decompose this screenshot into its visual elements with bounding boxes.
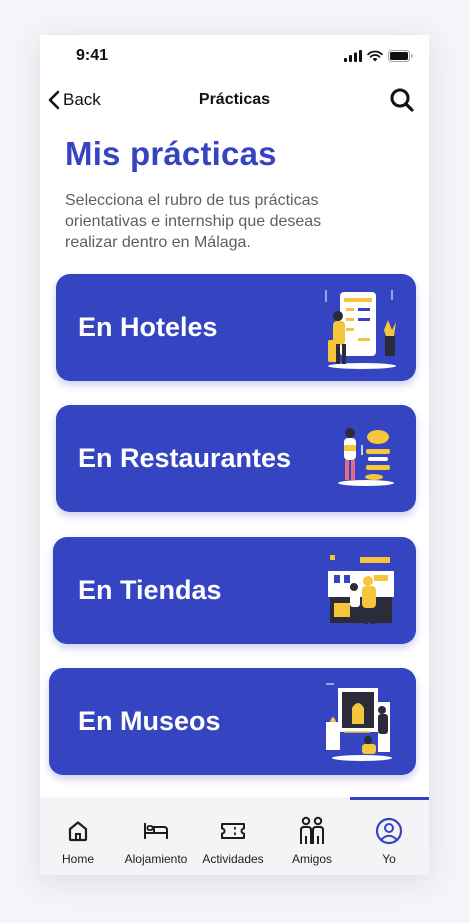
tab-label: Actividades (202, 852, 264, 866)
tab-label: Yo (382, 852, 396, 866)
page-title: Mis prácticas (65, 135, 277, 172)
card-label: En Museos (78, 706, 221, 736)
museum-illustration (326, 683, 392, 761)
wifi-icon (367, 50, 383, 62)
ticket-icon (221, 823, 245, 839)
page-subtitle: Selecciona el rubro de tus prácticas ori… (65, 192, 322, 251)
tab-yo[interactable]: Yo (344, 817, 429, 866)
tab-bar: Home Alojamiento Actividades Amigos Yo (40, 797, 429, 875)
friends-icon (300, 816, 324, 844)
tab-label: Home (61, 852, 94, 866)
restaurant-illustration (338, 428, 394, 486)
tab-label: Alojamiento (124, 852, 188, 866)
status-bar: 9:41 (40, 35, 429, 80)
tab-label: Amigos (291, 852, 332, 866)
hotel-illustration (325, 290, 396, 369)
profile-icon (375, 817, 403, 845)
tab-actividades[interactable]: Actividades (188, 817, 278, 866)
nav-title: Prácticas (198, 91, 271, 108)
card-label: En Tiendas (78, 575, 222, 605)
cellular-signal-icon (344, 50, 362, 62)
status-time: 9:41 (76, 47, 109, 64)
phone-screen: 9:41 Back Prácticas Mis prácticas Selecc… (40, 35, 429, 875)
bed-icon (144, 823, 168, 839)
search-button[interactable] (389, 87, 415, 118)
card-tiendas[interactable]: En Tiendas (53, 537, 416, 644)
status-icons (344, 50, 413, 62)
home-icon (68, 821, 88, 842)
card-restaurantes[interactable]: En Restaurantes (56, 405, 416, 512)
battery-icon (388, 50, 413, 62)
card-label: En Hoteles (78, 312, 218, 342)
navigation-bar: Back Prácticas (40, 83, 429, 119)
card-museos[interactable]: En Museos (49, 668, 416, 775)
search-icon (390, 88, 414, 112)
active-tab-indicator (350, 797, 429, 800)
card-label: En Restaurantes (78, 443, 292, 473)
store-illustration (328, 555, 394, 624)
card-hoteles[interactable]: En Hoteles (56, 274, 416, 381)
